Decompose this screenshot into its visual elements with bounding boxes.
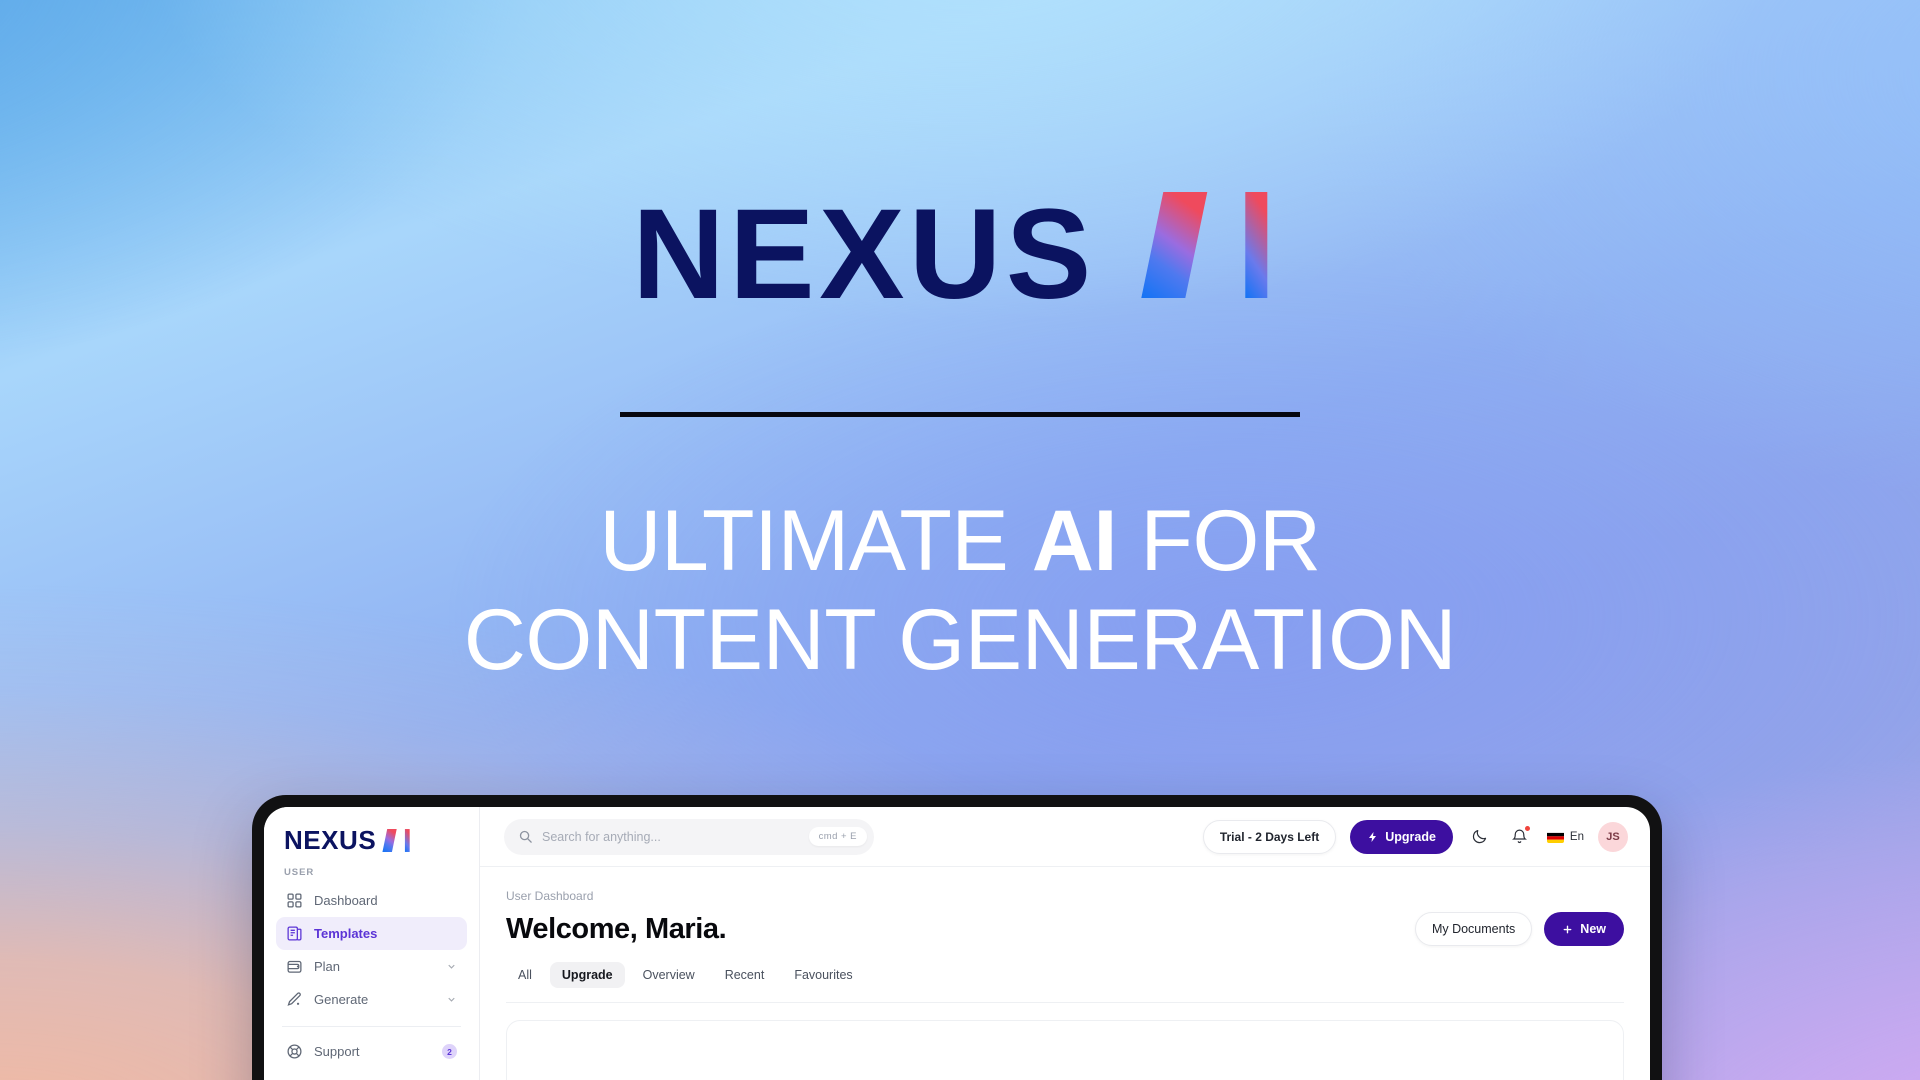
tab-recent[interactable]: Recent xyxy=(713,962,777,988)
search-placeholder: Search for anything... xyxy=(542,829,661,844)
app-sidebar: NEXUS USER Dashboard Templates Plan Gene… xyxy=(264,807,480,1080)
support-badge: 2 xyxy=(442,1044,457,1059)
sidebar-divider xyxy=(282,1026,461,1027)
sidebar-item-templates[interactable]: Templates xyxy=(276,917,467,950)
wallet-icon xyxy=(287,960,302,973)
app-screen: NEXUS USER Dashboard Templates Plan Gene… xyxy=(264,807,1650,1080)
document-icon xyxy=(287,926,302,941)
device-mockup-frame: NEXUS USER Dashboard Templates Plan Gene… xyxy=(252,795,1662,1080)
sidebar-brand-ai-mark xyxy=(382,828,414,852)
brand-ai-mark xyxy=(1140,192,1288,298)
trial-status-badge: Trial - 2 Days Left xyxy=(1202,819,1337,854)
my-documents-button[interactable]: My Documents xyxy=(1414,912,1533,946)
dashboard-content: User Dashboard Welcome, Maria. My Docume… xyxy=(480,867,1650,1080)
page-header-row: Welcome, Maria. My Documents New xyxy=(506,912,1624,946)
search-icon xyxy=(519,830,532,843)
sidebar-item-label: Generate xyxy=(314,992,369,1007)
sidebar-item-label: Plan xyxy=(314,959,341,974)
breadcrumb: User Dashboard xyxy=(506,889,594,903)
sidebar-item-generate[interactable]: Generate xyxy=(276,983,467,1016)
filter-tabs: All Upgrade Overview Recent Favourites xyxy=(506,962,1624,988)
grid-icon xyxy=(287,893,302,908)
content-card-placeholder xyxy=(506,1020,1624,1080)
sidebar-section-label: USER xyxy=(284,867,315,878)
hero-divider xyxy=(620,412,1300,417)
sidebar-item-plan[interactable]: Plan xyxy=(276,950,467,983)
tab-favourites[interactable]: Favourites xyxy=(782,962,864,988)
hero-tagline: ULTIMATE AI FOR CONTENT GENERATION xyxy=(260,492,1660,690)
app-main: Search for anything... cmd + E Trial - 2… xyxy=(480,807,1650,1080)
tagline-part-2: FOR xyxy=(1116,493,1321,589)
avatar[interactable]: JS xyxy=(1598,821,1628,852)
language-label: En xyxy=(1569,830,1584,843)
upgrade-button[interactable]: Upgrade xyxy=(1350,819,1453,854)
tab-all[interactable]: All xyxy=(506,962,544,988)
language-selector[interactable]: En xyxy=(1546,830,1584,843)
brand-wordmark: NEXUS xyxy=(632,183,1096,326)
notifications-button[interactable] xyxy=(1507,824,1533,850)
pen-icon xyxy=(287,992,301,1006)
page-title: Welcome, Maria. xyxy=(506,912,727,945)
sidebar-item-label: Support xyxy=(314,1044,360,1059)
content-divider xyxy=(506,1002,1624,1003)
chevron-down-icon xyxy=(448,997,455,1002)
moon-icon xyxy=(1473,829,1487,844)
plus-icon xyxy=(1563,925,1572,933)
sidebar-item-label: Dashboard xyxy=(314,893,378,908)
sidebar-item-dashboard[interactable]: Dashboard xyxy=(276,884,467,917)
sidebar-brand-logo[interactable]: NEXUS xyxy=(276,825,467,853)
tagline-line-2: CONTENT GENERATION xyxy=(463,591,1457,688)
hero-stage: NEXUS ULTIMATE AI FOR CONTENT GENERATION… xyxy=(0,0,1920,1080)
sidebar-item-label: Templates xyxy=(314,926,378,941)
tab-upgrade[interactable]: Upgrade xyxy=(549,962,625,988)
tagline-part-1: ULTIMATE xyxy=(599,493,1032,589)
search-shortcut-hint: cmd + E xyxy=(808,827,867,846)
chevron-down-icon xyxy=(448,964,455,969)
theme-toggle-button[interactable] xyxy=(1467,824,1493,850)
app-topbar: Search for anything... cmd + E Trial - 2… xyxy=(480,807,1650,867)
search-input[interactable]: Search for anything... cmd + E xyxy=(504,818,874,855)
new-button[interactable]: New xyxy=(1544,912,1624,946)
sidebar-item-support[interactable]: Support 2 xyxy=(276,1035,467,1068)
notification-indicator xyxy=(1523,824,1531,832)
new-button-label: New xyxy=(1580,922,1606,936)
german-flag-icon xyxy=(1546,831,1564,843)
lightning-icon xyxy=(1369,831,1377,842)
tab-overview[interactable]: Overview xyxy=(631,962,707,988)
sidebar-brand-wordmark: NEXUS xyxy=(284,825,377,855)
tagline-ai-emphasis: AI xyxy=(1031,493,1118,589)
upgrade-button-label: Upgrade xyxy=(1385,829,1436,844)
brand-logo: NEXUS xyxy=(632,183,1288,326)
lifebuoy-icon xyxy=(287,1044,302,1059)
